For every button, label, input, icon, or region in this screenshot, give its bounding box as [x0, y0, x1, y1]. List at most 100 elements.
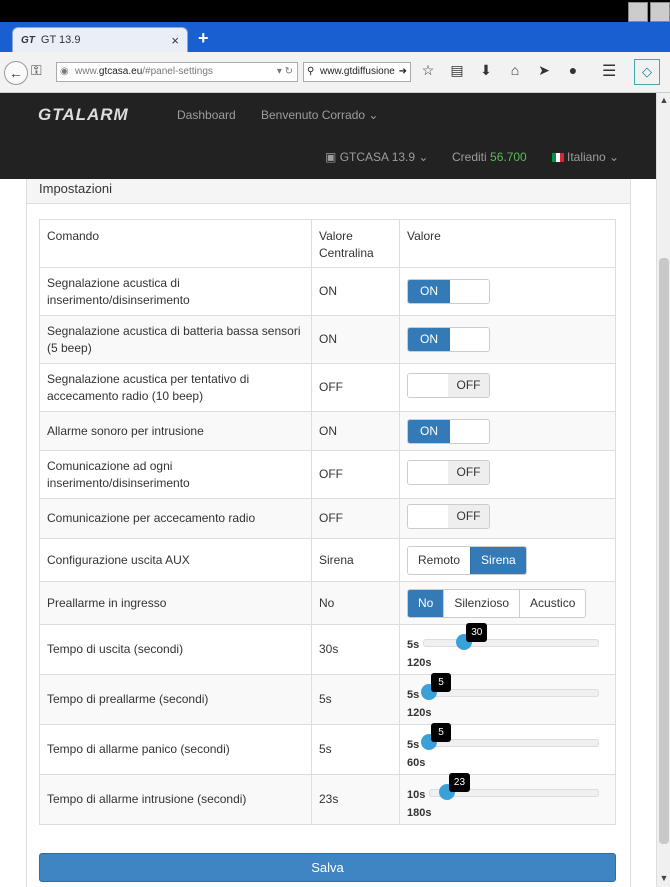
toggle-switch[interactable]: OFF [407, 373, 490, 398]
table-row: Allarme sonoro per intrusione ON ON [39, 411, 616, 451]
tab-title: GT 13.9 [40, 34, 81, 46]
nav-credits[interactable]: Crediti 56.700 [452, 150, 527, 164]
app-navbar: GTALARM Dashboard Benvenuto Corrado ⌄ ▣ … [0, 93, 656, 179]
toggle-switch[interactable]: ON [407, 418, 490, 444]
search-value: www.gtdiffusione [320, 66, 395, 77]
table-row: Segnalazione acustica per tentativo di a… [39, 363, 616, 412]
gtalarm-logo[interactable]: GTALARM [38, 105, 129, 125]
row-command: Allarme sonoro per intrusione [39, 411, 312, 451]
intrusion-time-slider[interactable]: 10s 180s 23 [407, 772, 608, 819]
slider-max-label: 120s [407, 706, 432, 719]
table-row: Tempo di uscita (secondi) 30s 5s 120s 30 [39, 622, 616, 675]
chat-icon[interactable]: ● [563, 62, 583, 79]
nav-language-dropdown[interactable]: Italiano ⌄ [552, 150, 619, 164]
download-icon[interactable]: ⬇ [476, 62, 496, 79]
table-row: Comunicazione ad ogni inserimento/disins… [39, 450, 616, 499]
scroll-thumb[interactable] [659, 258, 669, 844]
search-go-icon[interactable]: ➜ [399, 63, 407, 81]
extension-icon[interactable]: ◇ [634, 59, 660, 85]
row-command: Tempo di uscita (secondi) [39, 624, 312, 675]
toggle-label: ON [408, 280, 450, 303]
nav-dashboard[interactable]: Dashboard [177, 108, 236, 122]
option-remoto-button[interactable]: Remoto [408, 546, 471, 574]
toggle-switch[interactable]: ON [407, 279, 490, 304]
bookmark-star-icon[interactable]: ☆ [418, 62, 438, 79]
browser-tab[interactable]: GT GT 13.9 × [12, 27, 188, 52]
new-tab-button[interactable]: + [198, 28, 209, 49]
toggle-label: OFF [448, 461, 489, 484]
language-label: Italiano [567, 150, 606, 164]
row-central-value: 30s [311, 624, 400, 675]
row-central-value: 23s [311, 774, 400, 825]
row-central-value: ON [311, 267, 400, 316]
row-central-value: OFF [311, 498, 400, 539]
prealarm-time-slider[interactable]: 5s 120s 5 [407, 672, 608, 719]
option-no-button[interactable]: No [408, 589, 444, 617]
search-input[interactable]: ⚲ www.gtdiffusione ➜ [303, 62, 411, 82]
tab-close-icon[interactable]: × [171, 33, 179, 48]
slider-track[interactable] [423, 638, 599, 647]
table-row: Tempo di preallarme (secondi) 5s 5s 120s… [39, 672, 616, 725]
slider-min-label: 10s [407, 788, 426, 801]
home-icon[interactable]: ⌂ [505, 62, 525, 79]
nav-device-dropdown[interactable]: ▣ GTCASA 13.9 ⌄ [325, 150, 428, 164]
back-arrow-icon[interactable]: ← [4, 61, 28, 85]
toggle-label: OFF [448, 505, 489, 528]
row-central-value: ON [311, 315, 400, 364]
minimize-button[interactable] [628, 2, 648, 22]
aux-output-button-group: Remoto Sirena [407, 545, 527, 575]
row-central-value: 5s [311, 724, 400, 775]
row-command: Tempo di allarme panico (secondi) [39, 724, 312, 775]
chevron-down-icon: ⌄ [418, 150, 429, 164]
nav-welcome-label: Benvenuto Corrado [261, 108, 366, 122]
browser-tab-bar: GT GT 13.9 × + [0, 22, 670, 52]
toggle-label: ON [408, 419, 450, 443]
exit-time-slider[interactable]: 5s 120s 30 [407, 622, 608, 669]
slider-tooltip: 30 [466, 622, 488, 642]
row-command: Comunicazione per accecamento radio [39, 498, 312, 539]
toggle-switch[interactable]: OFF [407, 504, 490, 529]
reading-list-icon[interactable]: ▤ [447, 62, 467, 79]
address-bar[interactable]: ◉ www.gtcasa.eu/#panel-settings ▾ ↻ [56, 62, 298, 82]
row-command: Tempo di preallarme (secondi) [39, 674, 312, 725]
nav-welcome-dropdown[interactable]: Benvenuto Corrado ⌄ [261, 108, 378, 122]
panic-time-slider[interactable]: 5s 60s 5 [407, 722, 608, 769]
printer-icon: ▣ [325, 150, 337, 164]
italy-flag-icon [552, 153, 564, 162]
slider-max-label: 60s [407, 756, 426, 769]
slider-max-label: 120s [407, 656, 432, 669]
save-button[interactable]: Salva [39, 853, 616, 882]
window-controls [628, 2, 670, 22]
row-command: Segnalazione acustica per tentativo di a… [39, 363, 312, 412]
chevron-down-icon: ⌄ [368, 108, 379, 122]
scroll-up-arrow-icon[interactable]: ▲ [658, 95, 670, 107]
table-row: Preallarme in ingresso No No Silenzioso … [39, 581, 616, 625]
hamburger-menu-icon[interactable]: ☰ [602, 61, 616, 81]
settings-table: Comando Valore Centralina Valore Segnala… [39, 219, 616, 825]
url-prefix: www. [75, 66, 99, 77]
option-silenzioso-button[interactable]: Silenzioso [443, 589, 520, 617]
scroll-down-arrow-icon[interactable]: ▼ [658, 873, 670, 885]
page-viewport: GTALARM Dashboard Benvenuto Corrado ⌄ ▣ … [0, 93, 656, 887]
page-scrollbar[interactable]: ▲ ▼ [656, 93, 670, 887]
row-central-value: No [311, 581, 400, 625]
slider-min-label: 5s [407, 688, 420, 701]
chevron-down-icon: ⌄ [609, 150, 620, 164]
key-icon[interactable]: ⚿ [31, 62, 42, 79]
option-acustico-button[interactable]: Acustico [519, 589, 586, 617]
row-central-value: 5s [311, 674, 400, 725]
panel-title: Impostazioni [27, 179, 630, 204]
reload-icon[interactable]: ▾ ↻ [277, 63, 293, 81]
row-command: Tempo di allarme intrusione (secondi) [39, 774, 312, 825]
row-command: Preallarme in ingresso [39, 581, 312, 625]
maximize-button[interactable] [650, 2, 670, 22]
toggle-switch[interactable]: OFF [407, 460, 490, 485]
option-sirena-button[interactable]: Sirena [470, 546, 526, 574]
toggle-label: OFF [448, 374, 489, 397]
credits-label: Crediti [452, 150, 487, 164]
send-icon[interactable]: ➤ [534, 62, 554, 79]
toggle-switch[interactable]: ON [407, 327, 490, 352]
table-row: Segnalazione acustica di batteria bassa … [39, 315, 616, 364]
browser-nav-bar: ← ⚿ ◉ www.gtcasa.eu/#panel-settings ▾ ↻ … [0, 52, 670, 93]
table-row: Tempo di allarme intrusione (secondi) 23… [39, 772, 616, 825]
